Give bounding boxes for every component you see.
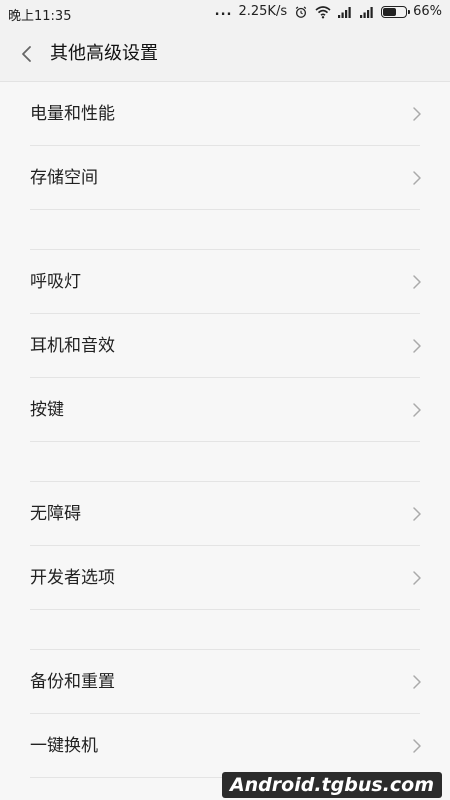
watermark: Android.tgbus.com bbox=[0, 770, 450, 800]
settings-list: 电量和性能 存储空间 呼吸灯 耳机和音效 按键 无障碍 开发者选项 备份和重置 … bbox=[0, 82, 450, 778]
setting-label: 存储空间 bbox=[30, 168, 98, 188]
section-divider bbox=[30, 210, 420, 250]
setting-label: 无障碍 bbox=[30, 504, 81, 524]
battery-icon bbox=[381, 5, 411, 18]
setting-label: 呼吸灯 bbox=[30, 272, 81, 292]
setting-label: 耳机和音效 bbox=[30, 336, 115, 356]
setting-accessibility[interactable]: 无障碍 bbox=[0, 482, 450, 546]
chevron-right-icon bbox=[413, 739, 421, 753]
setting-label: 开发者选项 bbox=[30, 568, 115, 588]
signal-icon bbox=[338, 6, 351, 18]
title-bar: 其他高级设置 bbox=[0, 26, 450, 82]
section-divider bbox=[30, 610, 420, 650]
chevron-right-icon bbox=[413, 403, 421, 417]
chevron-right-icon bbox=[413, 171, 421, 185]
setting-phone-migration[interactable]: 一键换机 bbox=[0, 714, 450, 778]
chevron-right-icon bbox=[413, 275, 421, 289]
wifi-icon bbox=[315, 5, 331, 18]
setting-headphones-audio[interactable]: 耳机和音效 bbox=[0, 314, 450, 378]
chevron-right-icon bbox=[413, 507, 421, 521]
setting-label: 备份和重置 bbox=[30, 672, 115, 692]
setting-storage[interactable]: 存储空间 bbox=[0, 146, 450, 210]
watermark-text: Android.tgbus.com bbox=[221, 772, 442, 798]
network-speed: 2.25K/s bbox=[238, 4, 288, 19]
setting-label: 电量和性能 bbox=[30, 104, 115, 124]
chevron-left-icon[interactable] bbox=[16, 40, 40, 68]
chevron-right-icon bbox=[413, 339, 421, 353]
alarm-icon bbox=[295, 5, 307, 18]
chevron-right-icon bbox=[413, 107, 421, 121]
notification-dots: ... bbox=[214, 4, 233, 19]
page-title: 其他高级设置 bbox=[50, 43, 158, 64]
setting-developer-options[interactable]: 开发者选项 bbox=[0, 546, 450, 610]
battery-percent: 66% bbox=[413, 4, 442, 19]
battery-level bbox=[383, 7, 397, 16]
settings-screen: 晚上11:35 ... 2.25K/s 66% 其他高级设置 电量和性能 存储空… bbox=[0, 0, 450, 800]
setting-notification-light[interactable]: 呼吸灯 bbox=[0, 250, 450, 314]
status-indicators: ... 2.25K/s 66% bbox=[215, 4, 442, 19]
setting-label: 按键 bbox=[30, 400, 64, 420]
setting-battery-performance[interactable]: 电量和性能 bbox=[0, 82, 450, 146]
setting-buttons[interactable]: 按键 bbox=[0, 378, 450, 442]
status-bar: 晚上11:35 ... 2.25K/s 66% bbox=[0, 0, 450, 26]
signal-icon bbox=[360, 6, 373, 18]
section-divider bbox=[30, 442, 420, 482]
chevron-right-icon bbox=[413, 675, 421, 689]
setting-label: 一键换机 bbox=[30, 736, 98, 756]
setting-backup-reset[interactable]: 备份和重置 bbox=[0, 650, 450, 714]
status-time: 晚上11:35 bbox=[8, 9, 72, 24]
chevron-right-icon bbox=[413, 571, 421, 585]
